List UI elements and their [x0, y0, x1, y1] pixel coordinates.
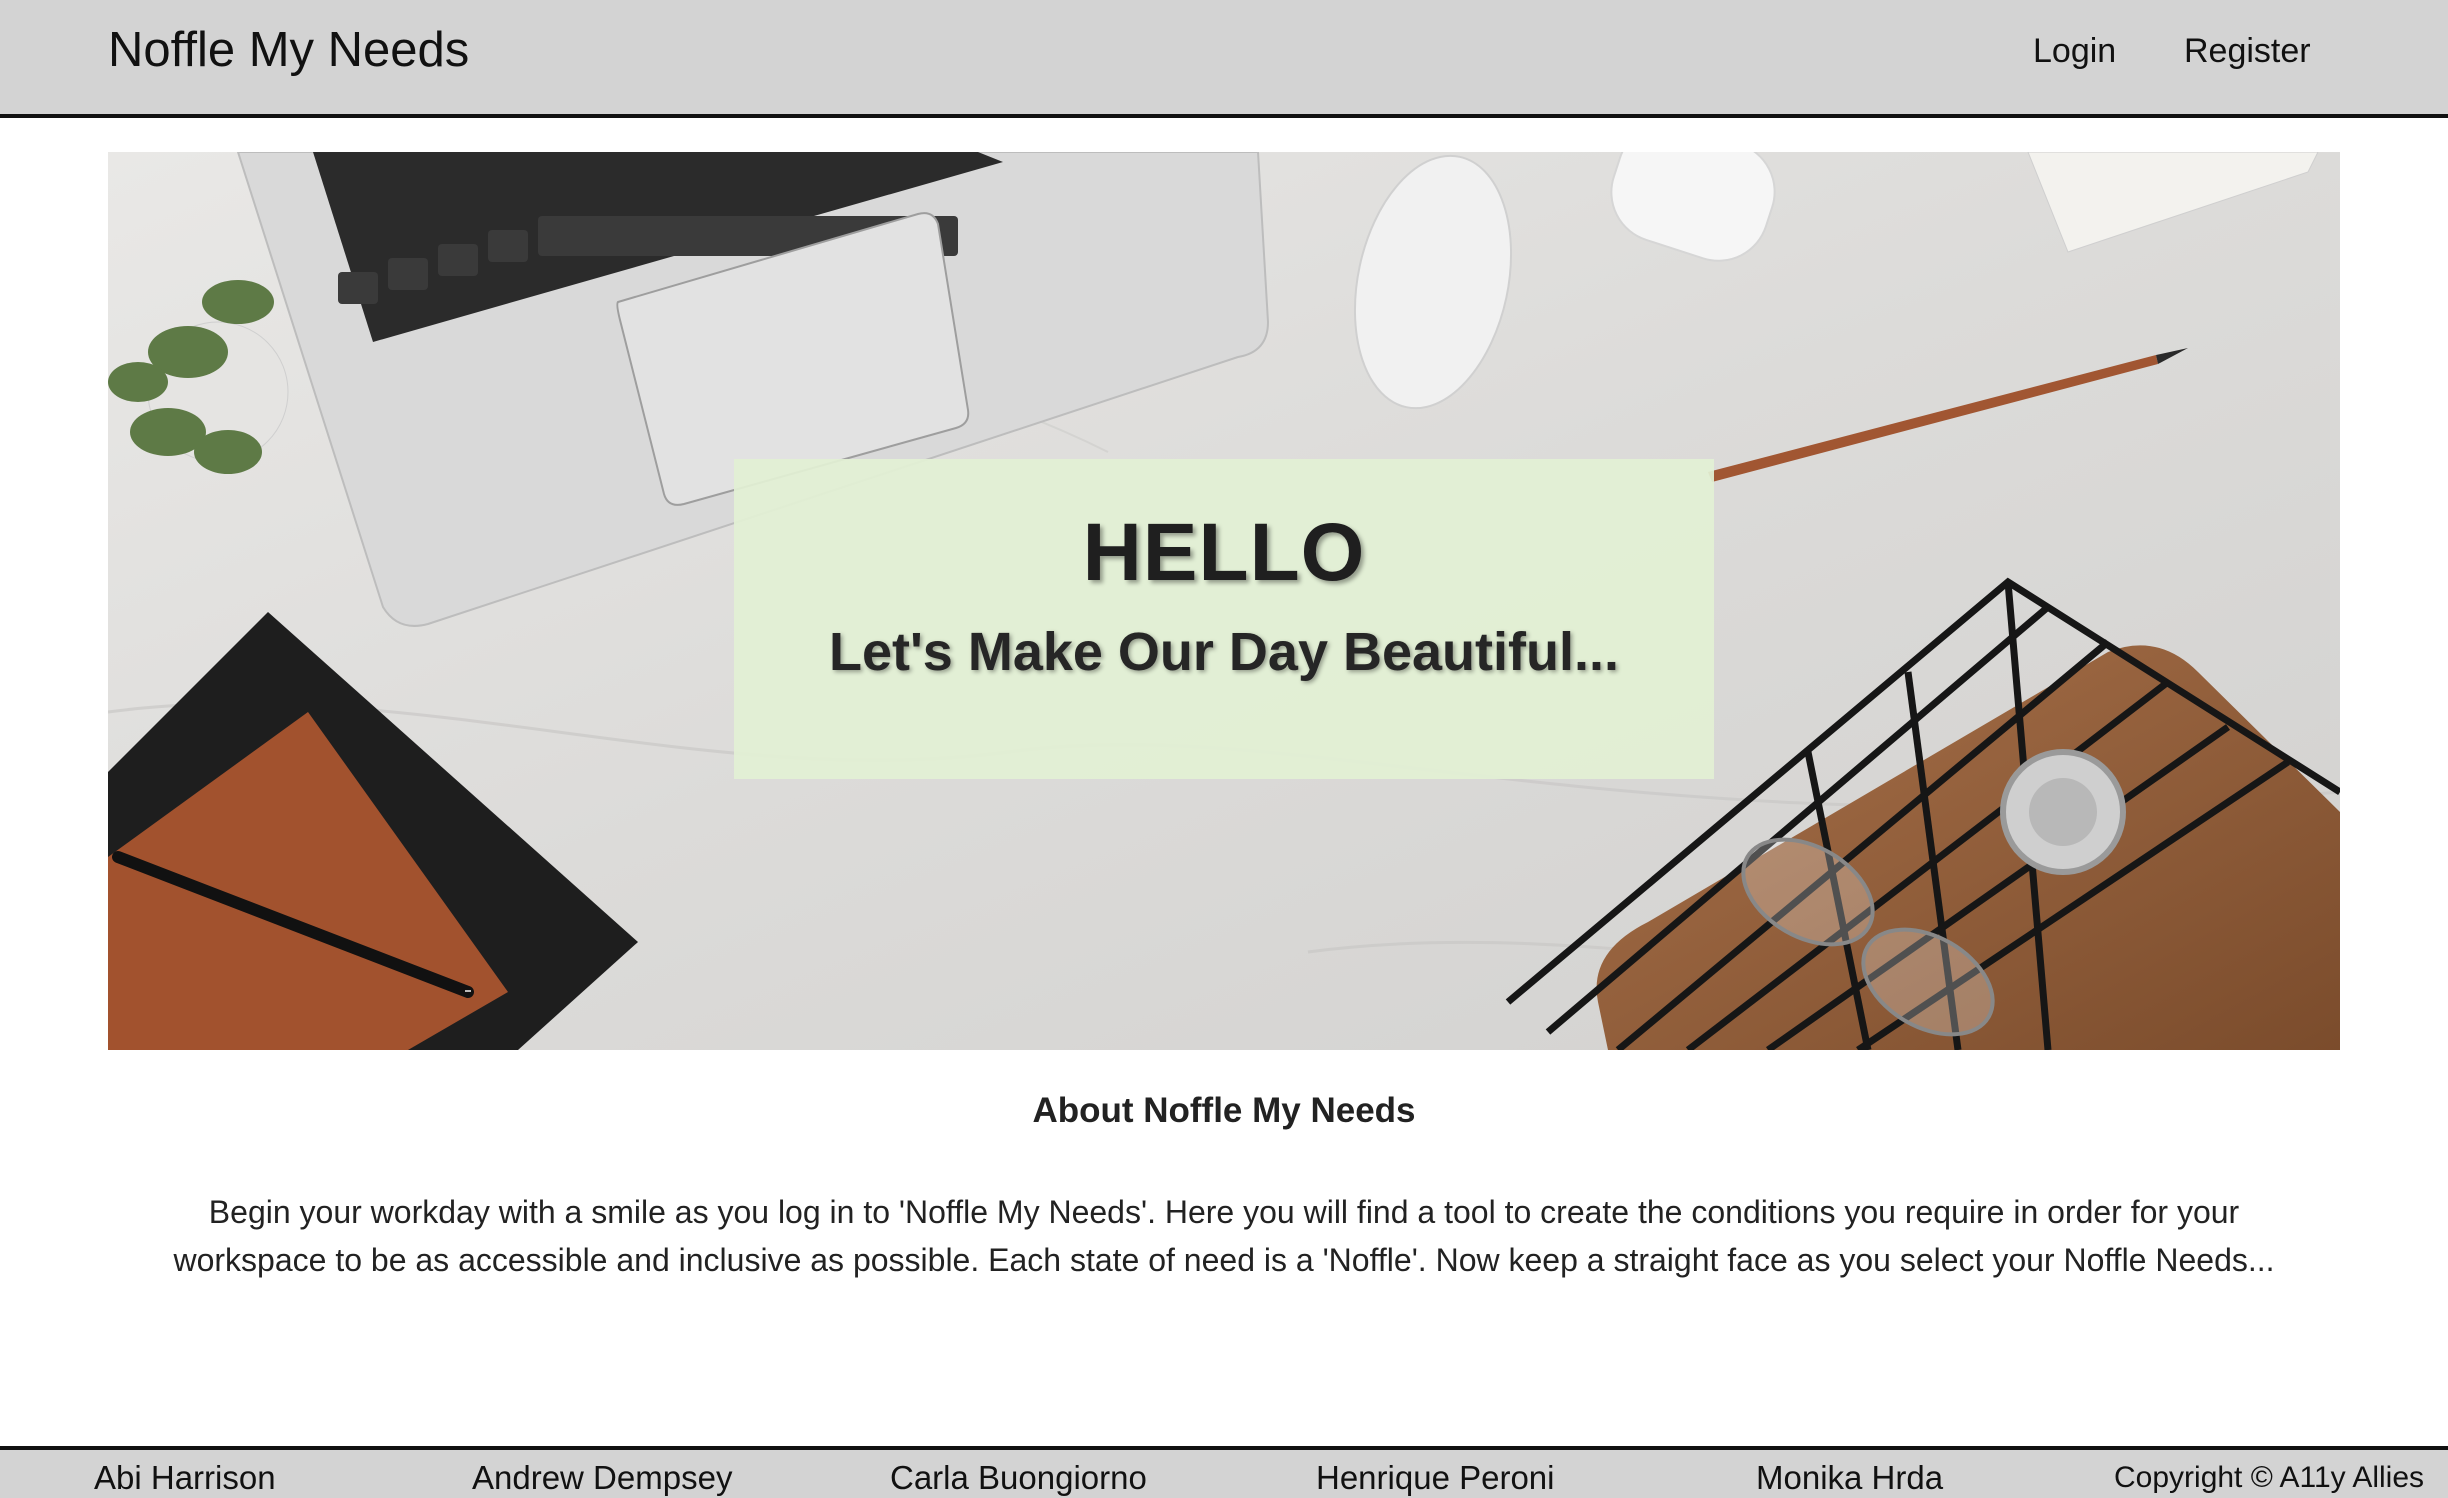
about-title: About Noffle My Needs — [1032, 1091, 1416, 1130]
navbar: Noffle My Needs Login Register — [0, 0, 2448, 118]
footer-author-name: Monika Hrda — [1756, 1459, 1944, 1496]
footer-author-name: Carla Buongiorno — [890, 1459, 1147, 1496]
hero-title: HELLO — [1082, 507, 1366, 598]
footer-author-name: Abi Harrison — [94, 1459, 276, 1496]
footer-author-name: Andrew Dempsey — [472, 1459, 733, 1496]
hero-text-box: HELLO Let's Make Our Day Beautiful... — [734, 459, 1714, 779]
about-description: Begin your workday with a smile as you l… — [173, 1194, 2275, 1278]
register-link[interactable]: Register — [2184, 28, 2311, 74]
login-link[interactable]: Login — [2033, 28, 2116, 74]
footer: Abi Harrison Andrew Dempsey Carla Buongi… — [0, 1446, 2448, 1498]
brand-title[interactable]: Noffle My Needs — [108, 20, 469, 80]
footer-author-name: Henrique Peroni — [1316, 1459, 1555, 1496]
footer-copyright: Copyright © A11y Allies — [2114, 1461, 2425, 1494]
hero-banner: HELLO Let's Make Our Day Beautiful... — [108, 152, 2340, 1050]
hero-subtitle: Let's Make Our Day Beautiful... — [828, 622, 1620, 682]
